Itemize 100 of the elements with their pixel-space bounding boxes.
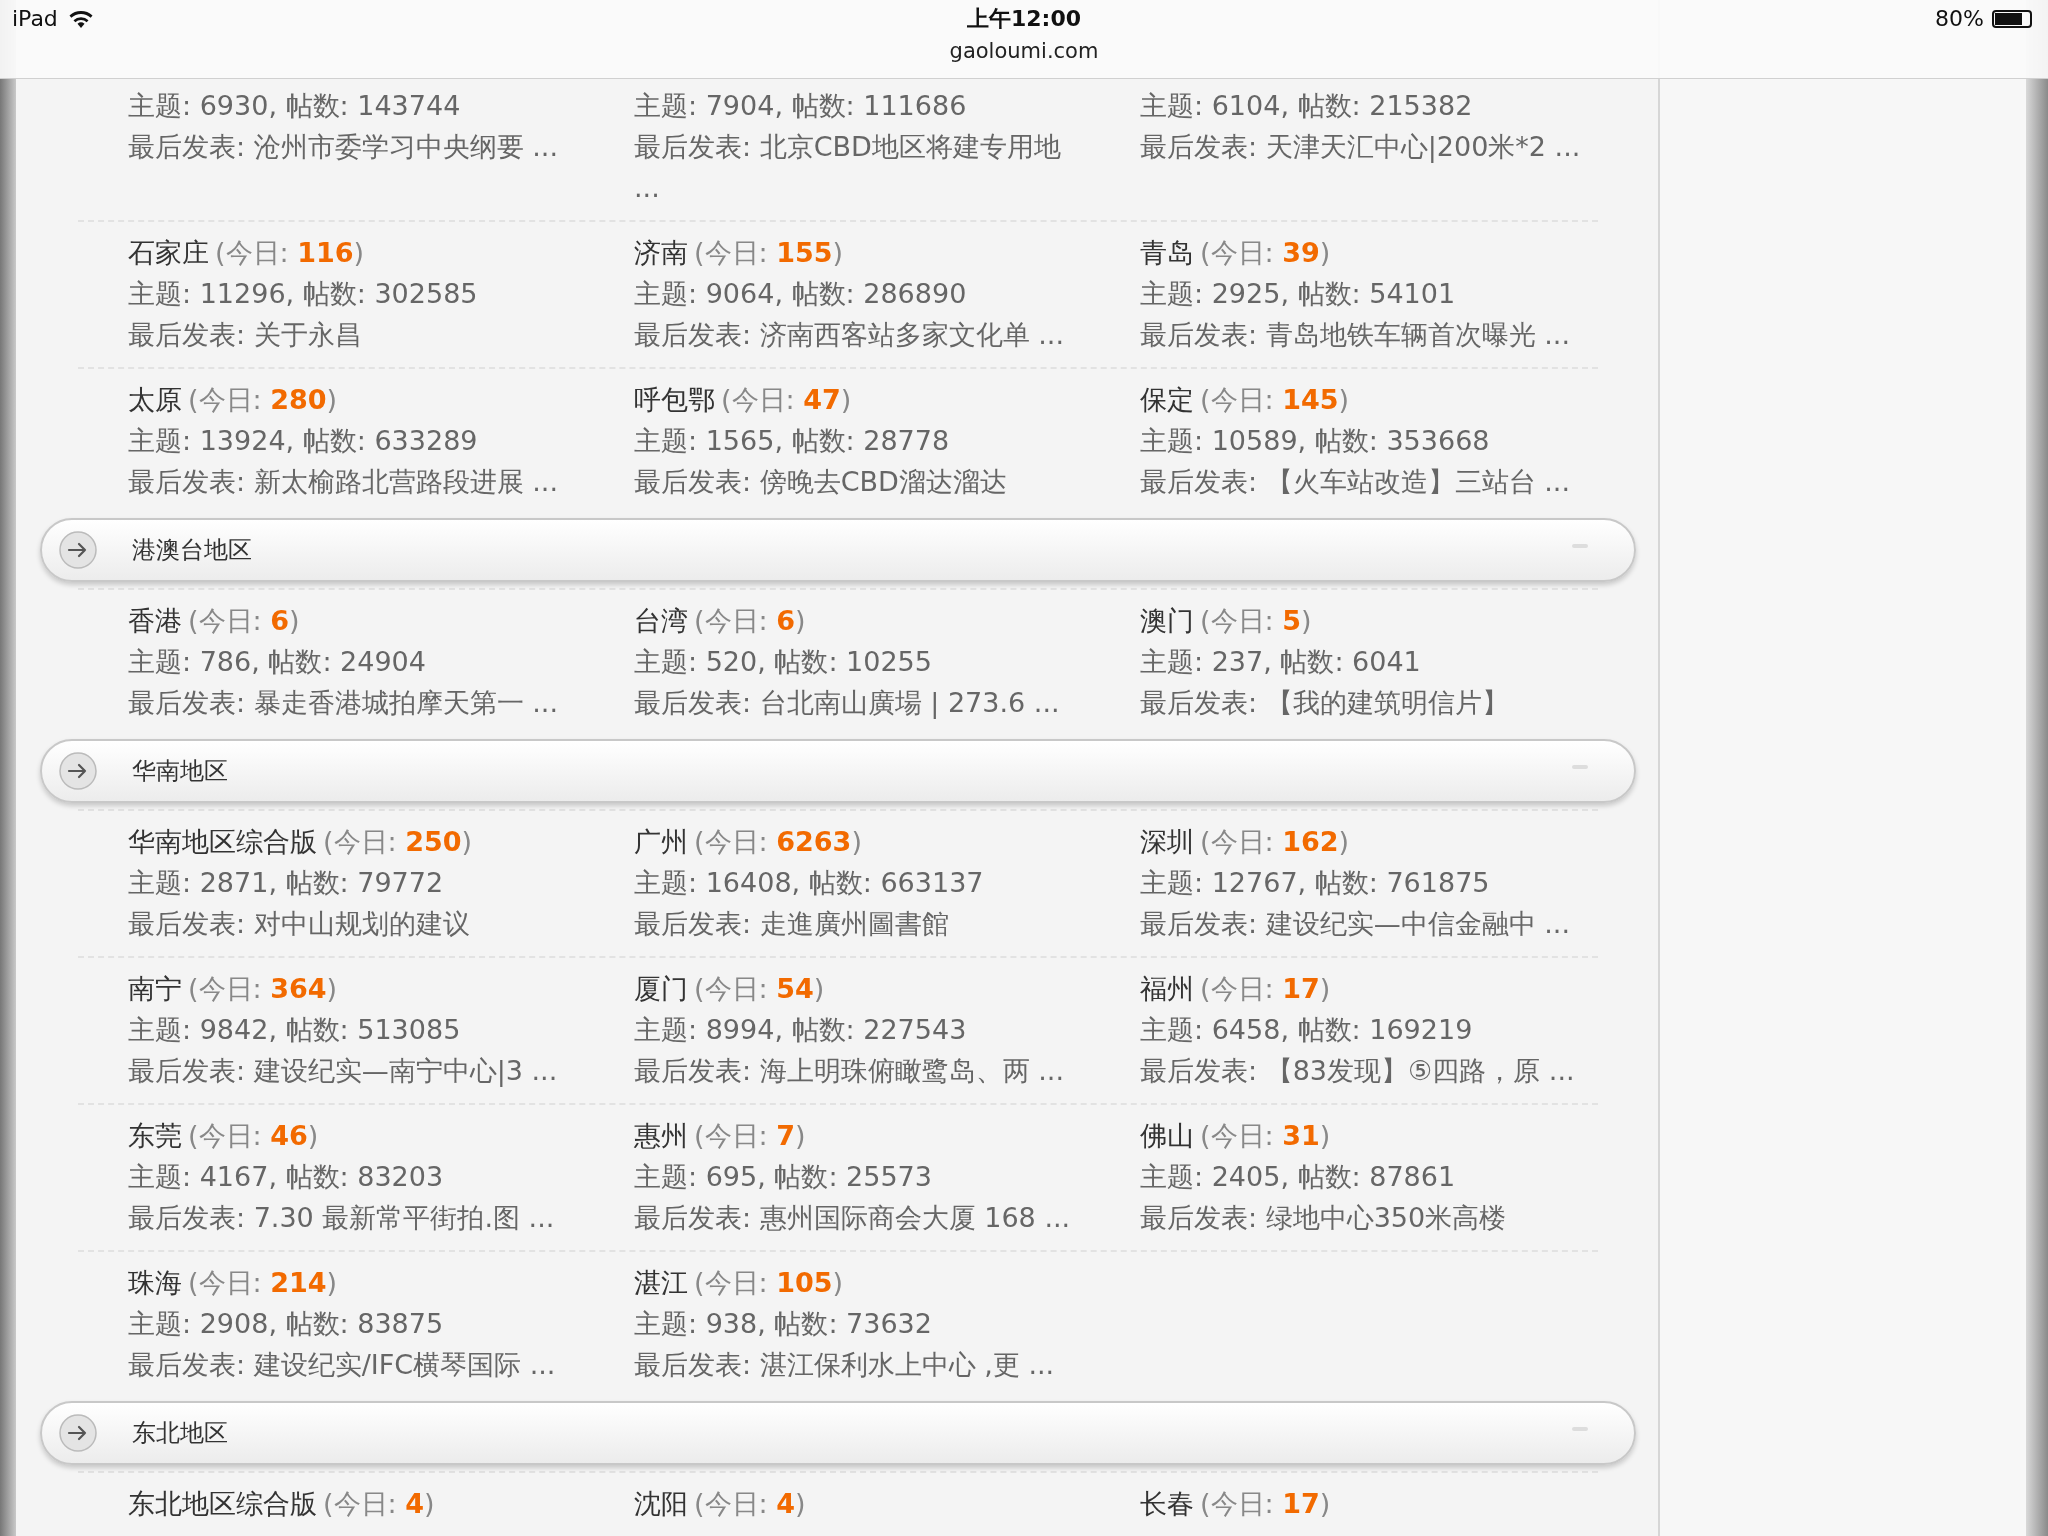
forum-link[interactable]: 沈阳: [634, 1488, 688, 1519]
forum-stats: 主题: 695, 帖数: 25573: [634, 1160, 933, 1194]
last-post-link[interactable]: 最后发表: 新太榆路北营路段进展 ...: [128, 461, 578, 502]
last-post-link[interactable]: 最后发表: 绿地中心350米高楼: [1140, 1197, 1590, 1238]
forum-stats: 主题: 8994, 帖数: 227543: [634, 1013, 968, 1047]
last-post-link[interactable]: 最后发表: 建设纪实/IFC横琴国际 ...: [128, 1344, 578, 1385]
today-count: (今日: 47): [721, 384, 852, 415]
clock-time: 上午12:00: [967, 5, 1081, 33]
forum-stats: 主题: 12767, 帖数: 761875: [1140, 866, 1491, 900]
forum-link[interactable]: 东北地区综合版: [128, 1488, 317, 1519]
forum-link[interactable]: 惠州: [634, 1120, 688, 1151]
forum-link[interactable]: 保定: [1140, 384, 1194, 415]
today-count: (今日: 155): [694, 237, 844, 268]
forum-link[interactable]: 珠海: [128, 1267, 182, 1298]
section-header[interactable]: 华南地区: [40, 739, 1636, 803]
last-post-link[interactable]: 最后发表: 傍晚去CBD溜达溜达: [634, 461, 1084, 502]
forum-stats: 主题: 6104, 帖数: 215382: [1140, 89, 1474, 123]
today-count: (今日: 6): [188, 605, 300, 636]
forum-link[interactable]: 华南地区综合版: [128, 826, 317, 857]
forum-link[interactable]: 福州: [1140, 973, 1194, 1004]
forum-stats: 主题: 2908, 帖数: 83875: [128, 1307, 445, 1341]
forum-link[interactable]: 太原: [128, 384, 182, 415]
forum-stats: 主题: 2871, 帖数: 79772: [128, 866, 445, 900]
forum-stats: 主题: 6458, 帖数: 169219: [1140, 1013, 1474, 1047]
section-header[interactable]: 港澳台地区: [40, 518, 1636, 582]
forum-link[interactable]: 台湾: [634, 605, 688, 636]
forum-link[interactable]: 长春: [1140, 1488, 1194, 1519]
address-url[interactable]: gaoloumi.com: [949, 34, 1099, 68]
forum-stats: 主题: 7904, 帖数: 111686: [634, 89, 968, 123]
last-post-link[interactable]: 最后发表: 建设纪实—南宁中心|3 ...: [128, 1050, 578, 1091]
last-post-link[interactable]: 最后发表: 走進廣州圖書館: [634, 903, 1084, 944]
last-post-link[interactable]: 最后发表: 济南西客站多家文化单 ...: [634, 314, 1084, 355]
last-post-link[interactable]: 最后发表: 湛江保利水上中心 ,更 ...: [634, 1344, 1084, 1385]
today-count: (今日: 7): [694, 1120, 806, 1151]
today-count: (今日: 105): [694, 1267, 844, 1298]
last-post-link[interactable]: 最后发表: 【我的建筑明信片】: [1140, 682, 1590, 723]
forum-link[interactable]: 佛山: [1140, 1120, 1194, 1151]
last-post-link[interactable]: 最后发表: 暴走香港城拍摩天第一 ...: [128, 682, 578, 723]
forum-link[interactable]: 香港: [128, 605, 182, 636]
device-name: iPad: [12, 6, 58, 31]
last-post-link[interactable]: 最后发表: 海上明珠俯瞰鹭岛、两 ...: [634, 1050, 1084, 1091]
today-count: (今日: 4): [323, 1488, 435, 1519]
battery-icon: [1992, 9, 2032, 28]
forum-link[interactable]: 厦门: [634, 973, 688, 1004]
forum-stats: 主题: 6930, 帖数: 143744: [128, 89, 462, 123]
forum-stats: 主题: 4167, 帖数: 83203: [128, 1160, 445, 1194]
forum-link[interactable]: 呼包鄂: [634, 384, 715, 415]
forum-link[interactable]: 石家庄: [128, 237, 209, 268]
last-post-link[interactable]: 最后发表: 北京CBD地区将建专用地 ...: [634, 126, 1084, 208]
forum-stats: 主题: 9064, 帖数: 286890: [634, 277, 968, 311]
battery-percent: 80%: [1935, 6, 1984, 31]
forum-stats: 主题: 2405, 帖数: 87861: [1140, 1160, 1457, 1194]
today-count: (今日: 162): [1200, 826, 1350, 857]
today-count: (今日: 39): [1200, 237, 1331, 268]
last-post-link[interactable]: 最后发表: 【火车站改造】三站台 ...: [1140, 461, 1590, 502]
last-post-link[interactable]: 最后发表: 惠州国际商会大厦 168 ...: [634, 1197, 1084, 1238]
last-post-link[interactable]: 最后发表: 对中山规划的建议: [128, 903, 578, 944]
section-title: 东北地区: [132, 1418, 228, 1449]
today-count: (今日: 6): [694, 605, 806, 636]
forum-link[interactable]: 广州: [634, 826, 688, 857]
today-count: (今日: 116): [215, 237, 365, 268]
section-header[interactable]: 东北地区: [40, 1401, 1636, 1465]
today-count: (今日: 6263): [694, 826, 862, 857]
arrow-circle-icon: [58, 751, 98, 791]
last-post-link[interactable]: 最后发表: 青岛地铁车辆首次曝光 ...: [1140, 314, 1590, 355]
forum-stats: 主题: 9842, 帖数: 513085: [128, 1013, 462, 1047]
forum-link[interactable]: 东莞: [128, 1120, 182, 1151]
forum-stats: 主题: 237, 帖数: 6041: [1140, 645, 1422, 679]
last-post-link[interactable]: 最后发表: 【83发现】⑤四路，原 ...: [1140, 1050, 1590, 1091]
forum-stats: 主题: 1565, 帖数: 28778: [634, 424, 951, 458]
last-post-link[interactable]: 最后发表: 天津天汇中心|200米*2 ...: [1140, 126, 1590, 167]
section-title: 华南地区: [132, 756, 228, 787]
forum-link[interactable]: 湛江: [634, 1267, 688, 1298]
forum-link[interactable]: 深圳: [1140, 826, 1194, 857]
today-count: (今日: 214): [188, 1267, 338, 1298]
today-count: (今日: 17): [1200, 973, 1331, 1004]
forum-stats: 主题: 11296, 帖数: 302585: [128, 277, 479, 311]
today-count: (今日: 364): [188, 973, 338, 1004]
last-post-link[interactable]: 最后发表: 沧州市委学习中央纲要 ...: [128, 126, 578, 167]
last-post-link[interactable]: 最后发表: 7.30 最新常平街拍.图 ...: [128, 1197, 578, 1238]
today-count: (今日: 250): [323, 826, 473, 857]
forum-stats: 主题: 520, 帖数: 10255: [634, 645, 933, 679]
forum-stats: 主题: 13924, 帖数: 633289: [128, 424, 479, 458]
section-title: 港澳台地区: [132, 535, 252, 566]
today-count: (今日: 4): [694, 1488, 806, 1519]
arrow-circle-icon: [58, 530, 98, 570]
last-post-link[interactable]: 最后发表: 关于永昌: [128, 314, 578, 355]
forum-link[interactable]: 澳门: [1140, 605, 1194, 636]
forum-stats: 主题: 786, 帖数: 24904: [128, 645, 427, 679]
today-count: (今日: 46): [188, 1120, 319, 1151]
forum-stats: 主题: 2925, 帖数: 54101: [1140, 277, 1457, 311]
forum-link[interactable]: 青岛: [1140, 237, 1194, 268]
today-count: (今日: 17): [1200, 1488, 1331, 1519]
forum-link[interactable]: 南宁: [128, 973, 182, 1004]
wifi-icon: [67, 8, 94, 29]
today-count: (今日: 280): [188, 384, 338, 415]
forum-link[interactable]: 济南: [634, 237, 688, 268]
last-post-link[interactable]: 最后发表: 建设纪实—中信金融中 ...: [1140, 903, 1590, 944]
last-post-link[interactable]: 最后发表: 台北南山廣場 | 273.6 ...: [634, 682, 1084, 723]
forum-stats: 主题: 16408, 帖数: 663137: [634, 866, 985, 900]
